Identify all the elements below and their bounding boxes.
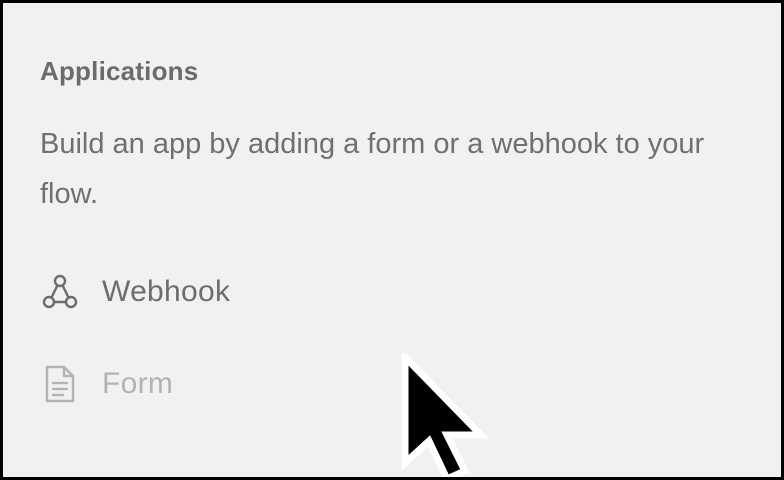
webhook-icon (40, 272, 80, 312)
webhook-item[interactable]: Webhook (40, 267, 230, 317)
form-item[interactable]: Form (40, 359, 173, 409)
section-description: Build an app by adding a form or a webho… (40, 128, 705, 210)
document-icon (40, 364, 80, 404)
applications-panel: Applications Build an app by adding a fo… (3, 3, 781, 477)
form-label: Form (102, 367, 174, 400)
mouse-pointer-icon (401, 353, 490, 477)
section-title: Applications (40, 56, 199, 86)
screenshot-frame: Applications Build an app by adding a fo… (0, 0, 784, 480)
webhook-label: Webhook (102, 275, 231, 308)
